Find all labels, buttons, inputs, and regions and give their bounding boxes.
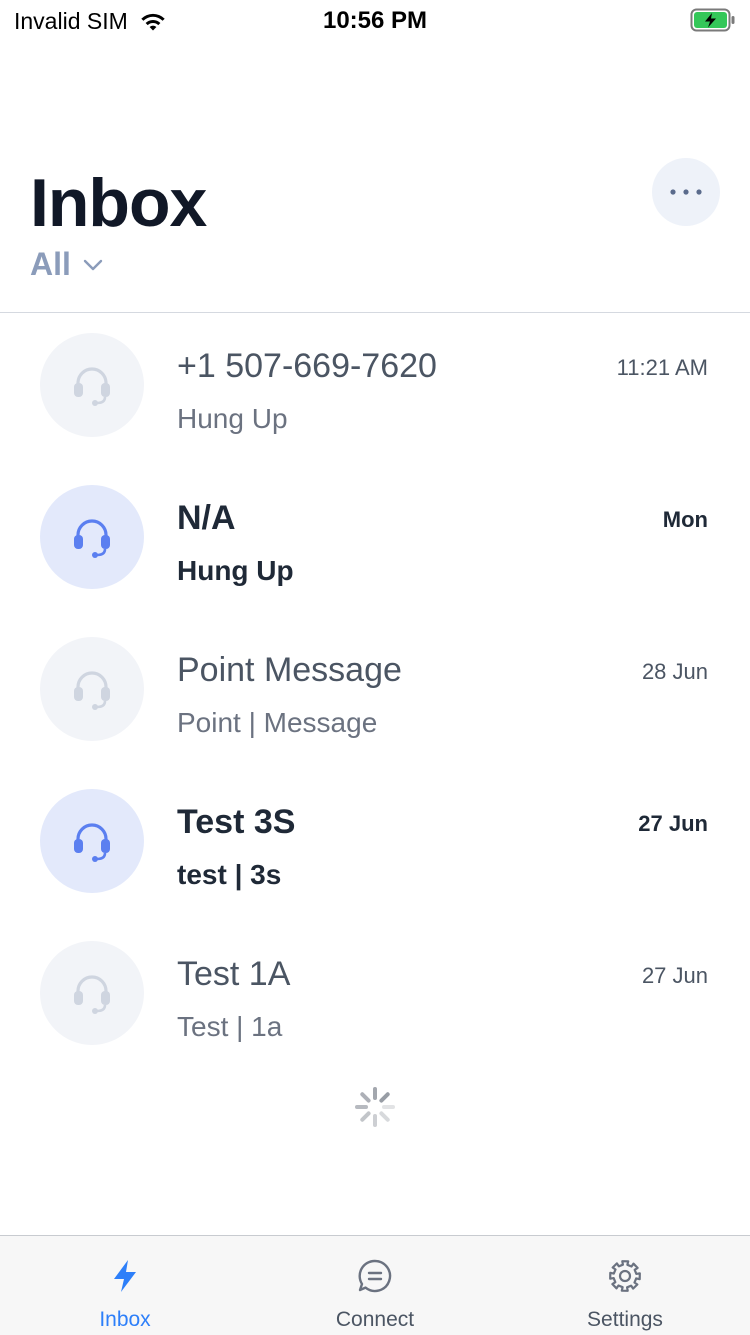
tab-label: Settings [587,1308,663,1331]
conversation-row[interactable]: Point Message Point | Message 28 Jun [0,617,750,769]
status-time: 10:56 PM [322,7,428,34]
tab-connect[interactable]: Connect [250,1236,500,1335]
conversation-preview: Test | 1a [177,1011,283,1042]
tab-label: Connect [335,1308,415,1331]
headset-icon [74,823,110,862]
conversation-name: Test 3S [177,803,296,841]
chevron-down-icon [83,259,103,270]
chat-bubble-icon [358,1259,392,1293]
ellipsis-icon [670,189,702,195]
tab-label: Inbox [99,1308,151,1331]
lightning-icon [114,1260,136,1292]
conversation-preview: Hung Up [177,403,288,434]
conversation-name: N/A [177,499,236,537]
conversation-preview: Point | Message [177,707,378,738]
avatar [40,789,144,893]
conversation-time: Mon [662,507,708,532]
conversation-row[interactable]: Test 3S test | 3s 27 Jun [0,769,750,921]
conversation-time: 28 Jun [641,659,708,684]
conversation-row[interactable]: +1 507-669-7620 Hung Up 11:21 AM [0,313,750,465]
tab-bar: Inbox Connect Settings [0,1235,750,1335]
inbox-header: Inbox All [0,150,750,312]
conversation-list: +1 507-669-7620 Hung Up 11:21 AM N/A Hun… [0,313,750,1073]
headset-icon [74,671,110,710]
conversation-row[interactable]: N/A Hung Up Mon [0,465,750,617]
conversation-time: 27 Jun [641,963,708,988]
page-title: Inbox [30,165,207,241]
conversation-name: Test 1A [177,955,291,993]
tab-settings[interactable]: Settings [500,1236,750,1335]
gear-icon [609,1260,641,1292]
headset-icon [74,975,110,1014]
more-options-button[interactable] [652,158,720,226]
filter-label: All [30,246,71,282]
filter-dropdown[interactable]: All [30,246,103,283]
headset-icon [74,519,110,558]
avatar [40,333,144,437]
avatar [40,485,144,589]
battery-charging-icon [690,8,736,38]
conversation-preview: Hung Up [177,555,294,586]
avatar [40,941,144,1045]
tab-inbox[interactable]: Inbox [0,1236,250,1335]
conversation-preview: test | 3s [177,859,282,890]
headset-icon [74,367,110,406]
conversation-time: 27 Jun [638,811,708,836]
conversation-row[interactable]: Test 1A Test | 1a 27 Jun [0,921,750,1073]
loading-spinner-icon [355,1087,395,1127]
status-bar: Invalid SIM 10:56 PM [0,0,750,40]
avatar [40,637,144,741]
conversation-name: Point Message [177,651,402,689]
conversation-name: +1 507-669-7620 [177,347,437,385]
conversation-time: 11:21 AM [616,355,708,380]
